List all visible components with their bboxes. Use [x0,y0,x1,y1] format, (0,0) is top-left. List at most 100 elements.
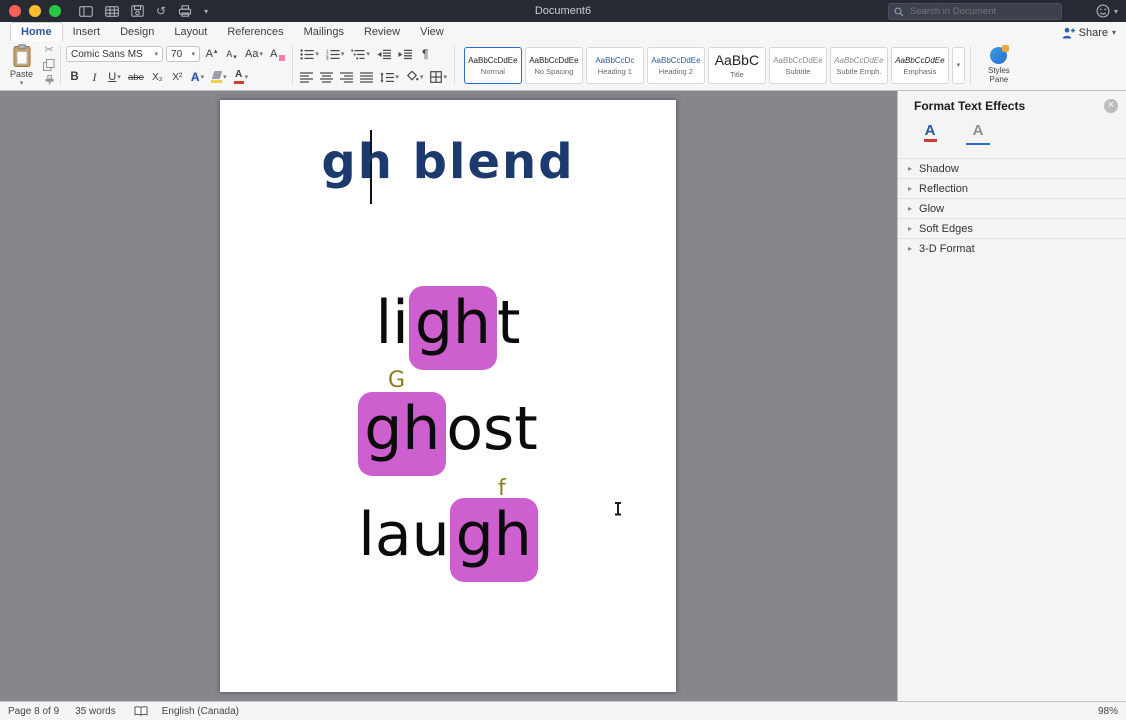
section-reflection[interactable]: ▸ Reflection [898,178,1126,198]
shrink-font-button[interactable]: A ▾ [223,45,240,63]
tab-view[interactable]: View [410,23,454,41]
tab-home[interactable]: Home [10,22,63,41]
style-chip-subtle-emphasis[interactable]: AaBbCcDdEe Subtle Emph. [829,47,888,84]
style-chip-heading-1[interactable]: AaBbCcDc Heading 1 [585,47,644,84]
multilevel-list-icon [351,49,366,59]
panel-title: Format Text Effects [914,99,1026,113]
paste-button[interactable]: Paste ▾ [6,44,37,87]
undo-icon[interactable]: ↺ [156,5,166,17]
style-chip-title[interactable]: AaBbC Title [707,47,766,84]
sidebar-toggle-icon[interactable] [79,5,93,17]
tab-review[interactable]: Review [354,23,410,41]
grow-font-button[interactable]: A ▴ [203,45,220,63]
section-shadow[interactable]: ▸ Shadow [898,158,1126,178]
page-indicator[interactable]: Page 8 of 9 [8,706,59,717]
align-left-button[interactable] [298,68,315,86]
tab-insert[interactable]: Insert [63,23,111,41]
align-left-icon [300,71,314,83]
proofing-book-icon[interactable] [134,706,148,716]
disclosure-triangle-icon: ▸ [908,244,913,253]
bold-button[interactable]: B [66,68,83,86]
zoom-level[interactable]: 98% [1098,706,1118,717]
tab-mailings[interactable]: Mailings [294,23,354,41]
decrease-indent-button[interactable] [375,45,393,63]
search-input[interactable] [908,5,1042,18]
text-effects-button[interactable]: A ▾ [189,68,206,86]
section-soft-edges[interactable]: ▸ Soft Edges [898,218,1126,238]
feedback-smiley-icon[interactable] [1096,4,1110,18]
save-icon[interactable] [131,5,144,17]
disclosure-triangle-icon: ▸ [908,204,913,213]
font-name-caret-icon: ▾ [154,50,159,58]
numbering-button[interactable]: 123 ▾ [324,45,347,63]
style-chip-heading-2[interactable]: AaBbCcDdEe Heading 2 [646,47,705,84]
borders-button[interactable]: ▾ [428,68,449,86]
font-color-button[interactable]: A ▾ [232,68,251,86]
font-size-select[interactable]: 70 ▾ [166,46,201,62]
subscript-button[interactable]: X₂ [149,68,166,86]
search-box[interactable] [888,3,1062,20]
cut-icon[interactable]: ✂ [44,44,53,56]
align-right-icon [340,71,354,83]
shading-button[interactable]: ▾ [404,68,426,86]
section-glow[interactable]: ▸ Glow [898,198,1126,218]
change-case-button[interactable]: Aa ▾ [243,45,265,63]
close-window-button[interactable] [9,5,21,17]
multilevel-list-button[interactable]: ▾ [349,45,372,63]
toolbar-customize-caret-icon[interactable]: ▾ [204,7,208,16]
paste-clipboard-icon [13,44,30,67]
share-person-icon [1062,27,1075,39]
view-grid-icon[interactable] [105,5,119,17]
paint-bucket-icon [406,71,419,81]
word-ghost: gh ost [220,392,676,476]
section-3d-format[interactable]: ▸ 3-D Format [898,238,1126,258]
ribbon-tab-bar: Home Insert Design Layout References Mai… [0,22,1126,41]
underline-button[interactable]: U ▾ [106,68,123,86]
align-right-button[interactable] [338,68,355,86]
font-name-select[interactable]: Comic Sans MS ▾ [66,46,164,62]
style-chip-emphasis[interactable]: AaBbCcDdEe Emphasis [890,47,949,84]
paste-label: Paste [10,69,34,79]
line-spacing-button[interactable]: ▾ [378,68,401,86]
styles-gallery: AaBbCcDdEe Normal AaBbCcDdEe No Spacing Aa… [463,44,965,87]
align-center-button[interactable] [318,68,335,86]
superscript-button[interactable]: X² [169,68,186,86]
increase-indent-icon [398,49,412,59]
bullets-button[interactable]: ▾ [298,45,321,63]
share-label: Share [1078,27,1108,39]
strikethrough-button[interactable]: abe [126,68,146,86]
tab-references[interactable]: References [217,23,293,41]
highlight-color-button[interactable]: ▾ [209,68,229,86]
tab-layout[interactable]: Layout [164,23,217,41]
styles-pane-button[interactable]: Styles Pane [976,44,1022,87]
zoom-window-button[interactable] [49,5,61,17]
document-page[interactable]: gh blend li gh t G gh ost f lau gh [220,100,676,692]
tab-design[interactable]: Design [110,23,164,41]
increase-indent-button[interactable] [396,45,414,63]
show-paragraph-marks-button[interactable]: ¶ [417,45,434,63]
language-indicator[interactable]: English (Canada) [162,706,239,717]
minimize-window-button[interactable] [29,5,41,17]
styles-gallery-expand-button[interactable]: ▾ [951,47,965,84]
word-count[interactable]: 35 words [75,706,116,717]
style-chip-normal[interactable]: AaBbCcDdEe Normal [463,47,522,84]
copy-icon[interactable] [43,59,55,71]
justify-button[interactable] [358,68,375,86]
style-chip-no-spacing[interactable]: AaBbCcDdEe No Spacing [524,47,583,84]
feedback-caret-icon[interactable]: ▾ [1114,7,1118,16]
clear-formatting-button[interactable]: A [268,45,287,63]
tab-text-effects[interactable]: A [966,123,990,145]
format-painter-icon[interactable] [44,74,55,87]
bullets-icon [300,48,314,60]
disclosure-triangle-icon: ▸ [908,164,913,173]
tab-text-fill-outline[interactable]: A [918,123,942,145]
panel-close-button[interactable]: × [1104,99,1118,113]
print-icon[interactable] [178,5,192,17]
share-button[interactable]: Share ▾ [1062,27,1116,39]
italic-button[interactable]: I [86,68,103,86]
styles-pane-label: Styles Pane [987,65,1010,84]
status-bar: Page 8 of 9 35 words English (Canada) 98… [0,701,1126,720]
style-chip-subtitle[interactable]: AaBbCcDdEe Subtitle [768,47,827,84]
effects-section-list: ▸ Shadow ▸ Reflection ▸ Glow ▸ Soft Edges ▸ 3… [898,158,1126,258]
font-group: Comic Sans MS ▾ 70 ▾ A ▴ A ▾ Aa ▾ A B I U ▾ … [66,44,287,87]
